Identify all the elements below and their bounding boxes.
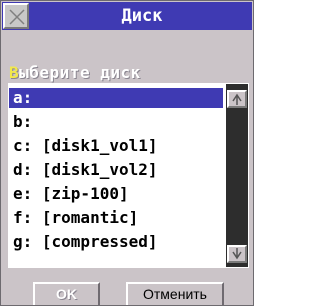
drive-item-g[interactable]: g: [compressed]	[9, 232, 223, 252]
arrow-down-icon	[232, 248, 242, 260]
prompt-text: ыберите диск	[19, 63, 141, 82]
arrow-up-icon	[232, 93, 242, 105]
drive-item-f[interactable]: f: [romantic]	[9, 208, 223, 228]
cancel-button[interactable]: Отменить	[126, 282, 224, 305]
window-title: Диск	[121, 6, 163, 26]
drive-list[interactable]: a: b: c: [disk1_vol1] d: [disk1_vol2] e:…	[9, 84, 223, 266]
drive-item-a[interactable]: a:	[9, 88, 223, 108]
ok-button[interactable]: OK	[33, 282, 100, 305]
disk-dialog: Диск Выберите диск a: b: c: [disk1_vol1]…	[0, 0, 254, 306]
close-button[interactable]	[3, 3, 29, 29]
title-bar[interactable]: Диск	[2, 2, 252, 30]
drive-item-b[interactable]: b:	[9, 112, 223, 132]
drive-item-e[interactable]: e: [zip-100]	[9, 184, 223, 204]
drive-item-d[interactable]: d: [disk1_vol2]	[9, 160, 223, 180]
scroll-up-button[interactable]	[227, 90, 247, 108]
drive-list-scrollbar[interactable]	[225, 83, 249, 268]
drive-item-c[interactable]: c: [disk1_vol1]	[9, 136, 223, 156]
prompt-hotkey: В	[9, 63, 20, 82]
close-x-icon	[9, 9, 25, 25]
choose-disk-label: Выберите диск	[9, 63, 141, 82]
scroll-down-button[interactable]	[227, 245, 247, 263]
